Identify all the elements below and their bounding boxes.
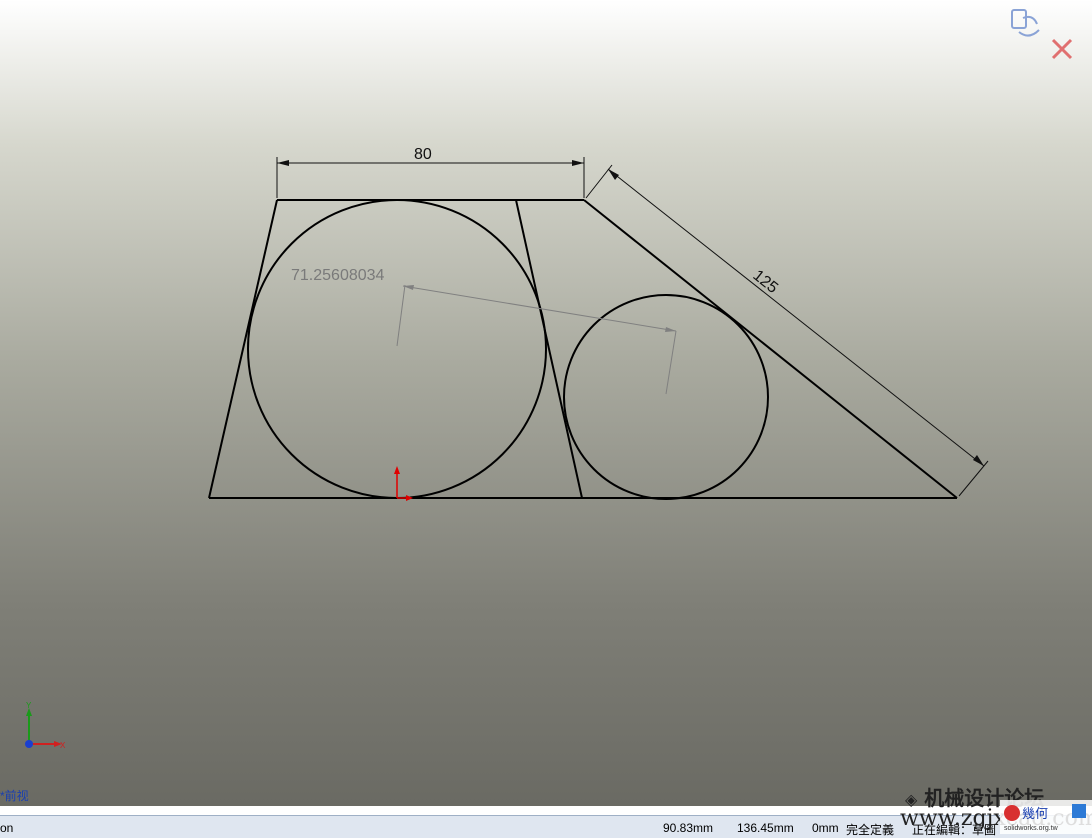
dimension-slant-length[interactable] xyxy=(585,164,989,497)
status-definition-state: 完全定義 xyxy=(846,823,895,837)
status-x-coord: 90.83mm xyxy=(663,821,714,835)
sketch-origin-icon xyxy=(394,466,413,501)
confirmation-corner xyxy=(1011,9,1073,60)
dimension-top-width[interactable] xyxy=(276,157,585,198)
dimension-circle-distance[interactable] xyxy=(396,284,677,395)
close-icon[interactable] xyxy=(1051,38,1073,60)
graphics-area[interactable]: 80 125 71.25608034 Y X *前视 ◈ 机械设计论坛 xyxy=(0,0,1092,810)
brand-logo: 幾何 solidworks.org.tw xyxy=(1000,800,1092,834)
dimension-circle-distance-label[interactable]: 71.25608034 xyxy=(291,267,385,284)
svg-text:X: X xyxy=(60,741,66,750)
status-z-coord: 0mm xyxy=(812,821,839,835)
sketch-circle-small[interactable] xyxy=(563,294,769,500)
rebuild-icon[interactable] xyxy=(1011,9,1040,37)
sketch-line-left[interactable] xyxy=(208,199,278,499)
status-left-text: on xyxy=(0,821,14,835)
brand-logo-subtext: solidworks.org.tw xyxy=(1004,825,1059,832)
svg-text:Y: Y xyxy=(26,701,32,710)
dimension-slant-length-label[interactable]: 125 xyxy=(749,267,781,297)
brand-logo-text: 幾何 xyxy=(1022,806,1048,822)
dimension-top-width-label[interactable]: 80 xyxy=(414,146,432,163)
view-name-label: *前视 xyxy=(0,789,29,803)
status-y-coord: 136.45mm xyxy=(737,821,794,835)
axis-triad-icon[interactable]: Y X xyxy=(25,701,66,750)
sketch-line-slant[interactable] xyxy=(583,199,958,499)
sketch-canvas[interactable]: 80 125 71.25608034 Y X xyxy=(0,0,1092,806)
sketch-circle-large[interactable] xyxy=(247,199,547,499)
sketch-line-middle[interactable] xyxy=(515,199,583,499)
